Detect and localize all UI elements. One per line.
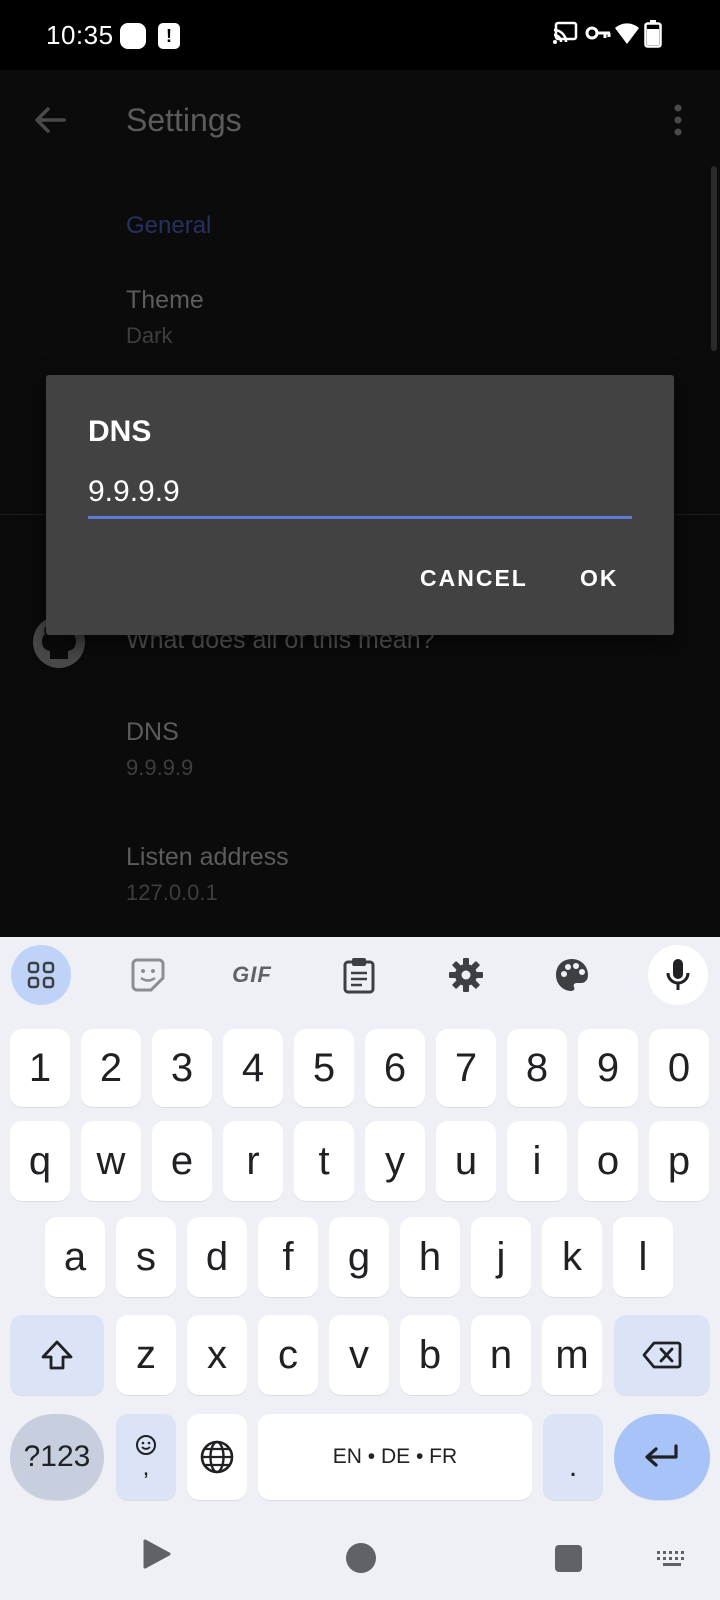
key-z[interactable]: z — [116, 1315, 176, 1395]
pref-summary: 127.0.0.1 — [126, 880, 218, 905]
mic-icon — [666, 959, 690, 990]
period-key[interactable]: . — [543, 1414, 603, 1500]
key-r[interactable]: r — [223, 1121, 283, 1201]
key-m[interactable]: m — [542, 1315, 602, 1395]
battery-icon — [644, 20, 662, 48]
gif-label: GIF — [232, 962, 272, 987]
section-header-general: General — [126, 212, 212, 239]
key-h[interactable]: h — [400, 1217, 460, 1297]
pref-title: Listen address — [126, 843, 289, 871]
grid-icon — [27, 961, 55, 989]
wifi-icon — [615, 23, 639, 44]
key-a[interactable]: a — [45, 1217, 105, 1297]
keyboard-apps-button[interactable] — [11, 945, 71, 1005]
nav-recents-icon[interactable] — [555, 1545, 582, 1572]
status-bar: 10:35 ! — [0, 0, 720, 70]
backspace-key[interactable] — [614, 1315, 710, 1395]
sticker-icon — [131, 958, 165, 992]
language-key[interactable] — [187, 1414, 247, 1500]
key-3[interactable]: 3 — [152, 1029, 212, 1107]
theme-button[interactable] — [542, 945, 602, 1005]
dns-dialog: DNS CANCEL OK — [46, 375, 674, 635]
key-4[interactable]: 4 — [223, 1029, 283, 1107]
clipboard-button[interactable] — [329, 945, 389, 1005]
globe-icon — [200, 1440, 234, 1474]
pref-summary: Dark — [126, 323, 173, 348]
period-label: . — [568, 1450, 578, 1483]
key-q[interactable]: q — [10, 1121, 70, 1201]
pref-summary: 9.9.9.9 — [126, 755, 194, 780]
ok-button[interactable]: OK — [580, 565, 619, 592]
comma-label: , — [142, 1454, 150, 1481]
key-v[interactable]: v — [329, 1315, 389, 1395]
alert-icon: ! — [158, 23, 180, 49]
enter-key[interactable] — [614, 1414, 710, 1500]
key-6[interactable]: 6 — [365, 1029, 425, 1107]
cancel-button[interactable]: CANCEL — [420, 565, 528, 592]
key-i[interactable]: i — [507, 1121, 567, 1201]
key-b[interactable]: b — [400, 1315, 460, 1395]
key-d[interactable]: d — [187, 1217, 247, 1297]
key-w[interactable]: w — [81, 1121, 141, 1201]
dns-input[interactable] — [88, 471, 632, 519]
key-y[interactable]: y — [365, 1121, 425, 1201]
space-label: EN • DE • FR — [332, 1445, 458, 1468]
key-s[interactable]: s — [116, 1217, 176, 1297]
key-1[interactable]: 1 — [10, 1029, 70, 1107]
voice-input-button[interactable] — [648, 945, 708, 1005]
shift-icon — [41, 1340, 73, 1370]
key-8[interactable]: 8 — [507, 1029, 567, 1107]
key-o[interactable]: o — [578, 1121, 638, 1201]
nav-home-icon[interactable] — [346, 1543, 376, 1573]
emoji-icon — [136, 1435, 156, 1455]
key-p[interactable]: p — [649, 1121, 709, 1201]
key-9[interactable]: 9 — [578, 1029, 638, 1107]
key-k[interactable]: k — [542, 1217, 602, 1297]
nav-back-icon[interactable] — [142, 1538, 172, 1570]
key-n[interactable]: n — [471, 1315, 531, 1395]
key-x[interactable]: x — [187, 1315, 247, 1395]
status-time: 10:35 — [46, 20, 114, 50]
key-u[interactable]: u — [436, 1121, 496, 1201]
key-7[interactable]: 7 — [436, 1029, 496, 1107]
key-j[interactable]: j — [471, 1217, 531, 1297]
more-options-icon[interactable] — [668, 102, 688, 142]
key-f[interactable]: f — [258, 1217, 318, 1297]
palette-icon — [556, 959, 588, 991]
clipboard-icon — [343, 958, 375, 994]
keyboard: GIF 1 2 3 4 5 6 7 8 9 0 q w e r t y u i … — [0, 937, 720, 1600]
key-e[interactable]: e — [152, 1121, 212, 1201]
page-title: Settings — [126, 102, 242, 138]
key-l[interactable]: l — [613, 1217, 673, 1297]
pref-title: DNS — [126, 718, 179, 746]
key-2[interactable]: 2 — [81, 1029, 141, 1107]
gear-icon — [449, 958, 483, 992]
notification-icon — [120, 23, 146, 49]
gif-button[interactable]: GIF — [222, 945, 282, 1005]
key-t[interactable]: t — [294, 1121, 354, 1201]
dialog-title: DNS — [88, 415, 152, 448]
enter-icon — [645, 1444, 678, 1467]
cast-icon — [553, 21, 578, 44]
shift-key[interactable] — [10, 1315, 104, 1395]
key-5[interactable]: 5 — [294, 1029, 354, 1107]
key-0[interactable]: 0 — [649, 1029, 709, 1107]
sticker-button[interactable] — [118, 945, 178, 1005]
key-c[interactable]: c — [258, 1315, 318, 1395]
key-g[interactable]: g — [329, 1217, 389, 1297]
vpn-key-icon — [585, 26, 611, 40]
back-arrow-icon[interactable] — [30, 100, 70, 140]
keyboard-switch-icon[interactable] — [656, 1550, 688, 1570]
symbols-key[interactable]: ?123 — [10, 1414, 104, 1500]
settings-button[interactable] — [436, 945, 496, 1005]
scrollbar[interactable] — [711, 166, 717, 351]
pref-title: Theme — [126, 286, 204, 314]
backspace-icon — [642, 1341, 682, 1369]
space-key[interactable]: EN • DE • FR — [258, 1414, 532, 1500]
emoji-comma-key[interactable]: , — [116, 1414, 176, 1500]
